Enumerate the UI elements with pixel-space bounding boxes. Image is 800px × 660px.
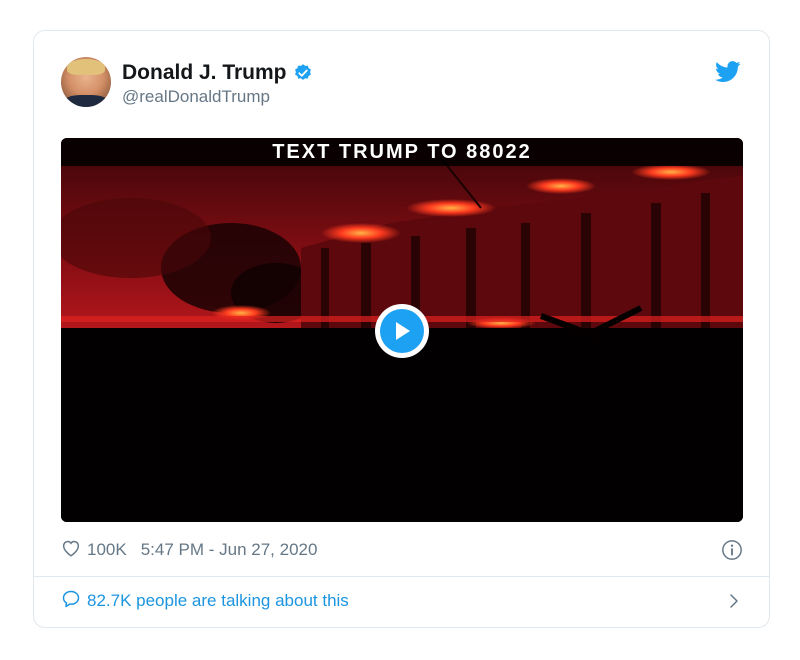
twitter-bird-icon[interactable] xyxy=(715,61,741,83)
avatar-hair xyxy=(67,59,105,75)
tweet-meta-row: 100K 5:47 PM - Jun 27, 2020 xyxy=(61,538,743,562)
play-icon[interactable] xyxy=(380,309,424,353)
avatar-suit xyxy=(63,95,109,107)
author-display-name[interactable]: Donald J. Trump xyxy=(122,61,287,85)
tweet-card: Donald J. Trump @realDonaldTrump TEXT TR… xyxy=(33,30,770,628)
author-handle[interactable]: @realDonaldTrump xyxy=(122,87,270,107)
author-name-row[interactable]: Donald J. Trump xyxy=(122,61,313,85)
chevron-right-icon[interactable] xyxy=(725,592,743,610)
like-count[interactable]: 100K xyxy=(87,540,127,560)
play-button[interactable] xyxy=(375,304,429,358)
video-overlay-text: TEXT TRUMP TO 88022 xyxy=(61,138,743,166)
speech-bubble-icon xyxy=(61,589,81,614)
divider xyxy=(34,576,769,577)
info-icon[interactable] xyxy=(721,539,743,561)
conversation-text[interactable]: 82.7K people are talking about this xyxy=(87,591,349,611)
avatar[interactable] xyxy=(61,57,111,107)
video-player[interactable]: TEXT TRUMP TO 88022 xyxy=(61,138,743,522)
conversation-link[interactable]: 82.7K people are talking about this xyxy=(61,589,743,613)
heart-icon[interactable] xyxy=(61,539,81,562)
tweet-timestamp[interactable]: 5:47 PM - Jun 27, 2020 xyxy=(141,540,318,560)
verified-badge-icon xyxy=(293,63,313,83)
